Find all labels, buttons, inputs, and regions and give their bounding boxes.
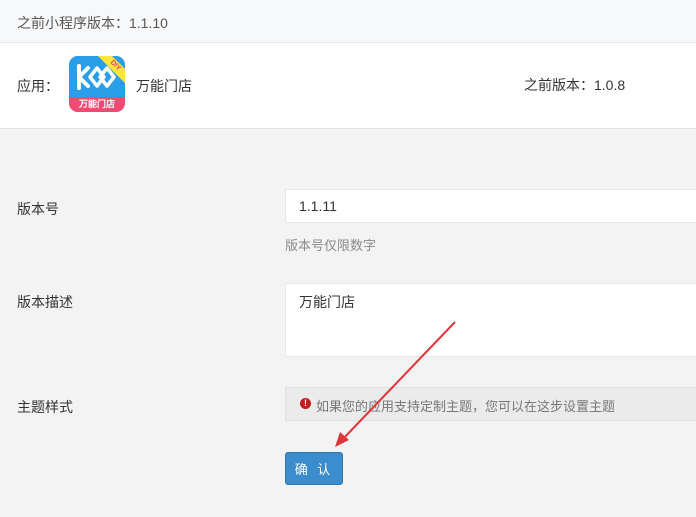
theme-notice: ! 如果您的应用支持定制主题，您可以在这步设置主题: [285, 387, 696, 421]
theme-notice-text: 如果您的应用支持定制主题，您可以在这步设置主题: [316, 399, 616, 414]
version-label: 版本号: [17, 201, 59, 217]
previous-app-version: 之前版本：1.0.8: [524, 77, 626, 93]
logo-caption: 万能门店: [69, 97, 125, 112]
previous-miniprogram-version: 之前小程序版本：1.1.10: [17, 15, 168, 31]
app-label: 应用：: [17, 78, 59, 94]
description-textarea[interactable]: 万能门店: [285, 283, 696, 357]
app-logo: DIY 万能门店: [69, 56, 125, 112]
app-info-row: 应用： DIY 万能门店 万能门店 之前版本：1.0.8: [0, 43, 696, 129]
version-input[interactable]: [285, 189, 696, 223]
theme-label: 主题样式: [17, 399, 73, 415]
exclamation-circle-icon: !: [300, 398, 311, 409]
app-name: 万能门店: [136, 78, 192, 94]
description-label: 版本描述: [17, 294, 73, 310]
version-hint: 版本号仅限数字: [285, 238, 377, 253]
confirm-button[interactable]: 确 认: [285, 452, 343, 485]
header-bar: 之前小程序版本：1.1.10: [0, 0, 696, 43]
